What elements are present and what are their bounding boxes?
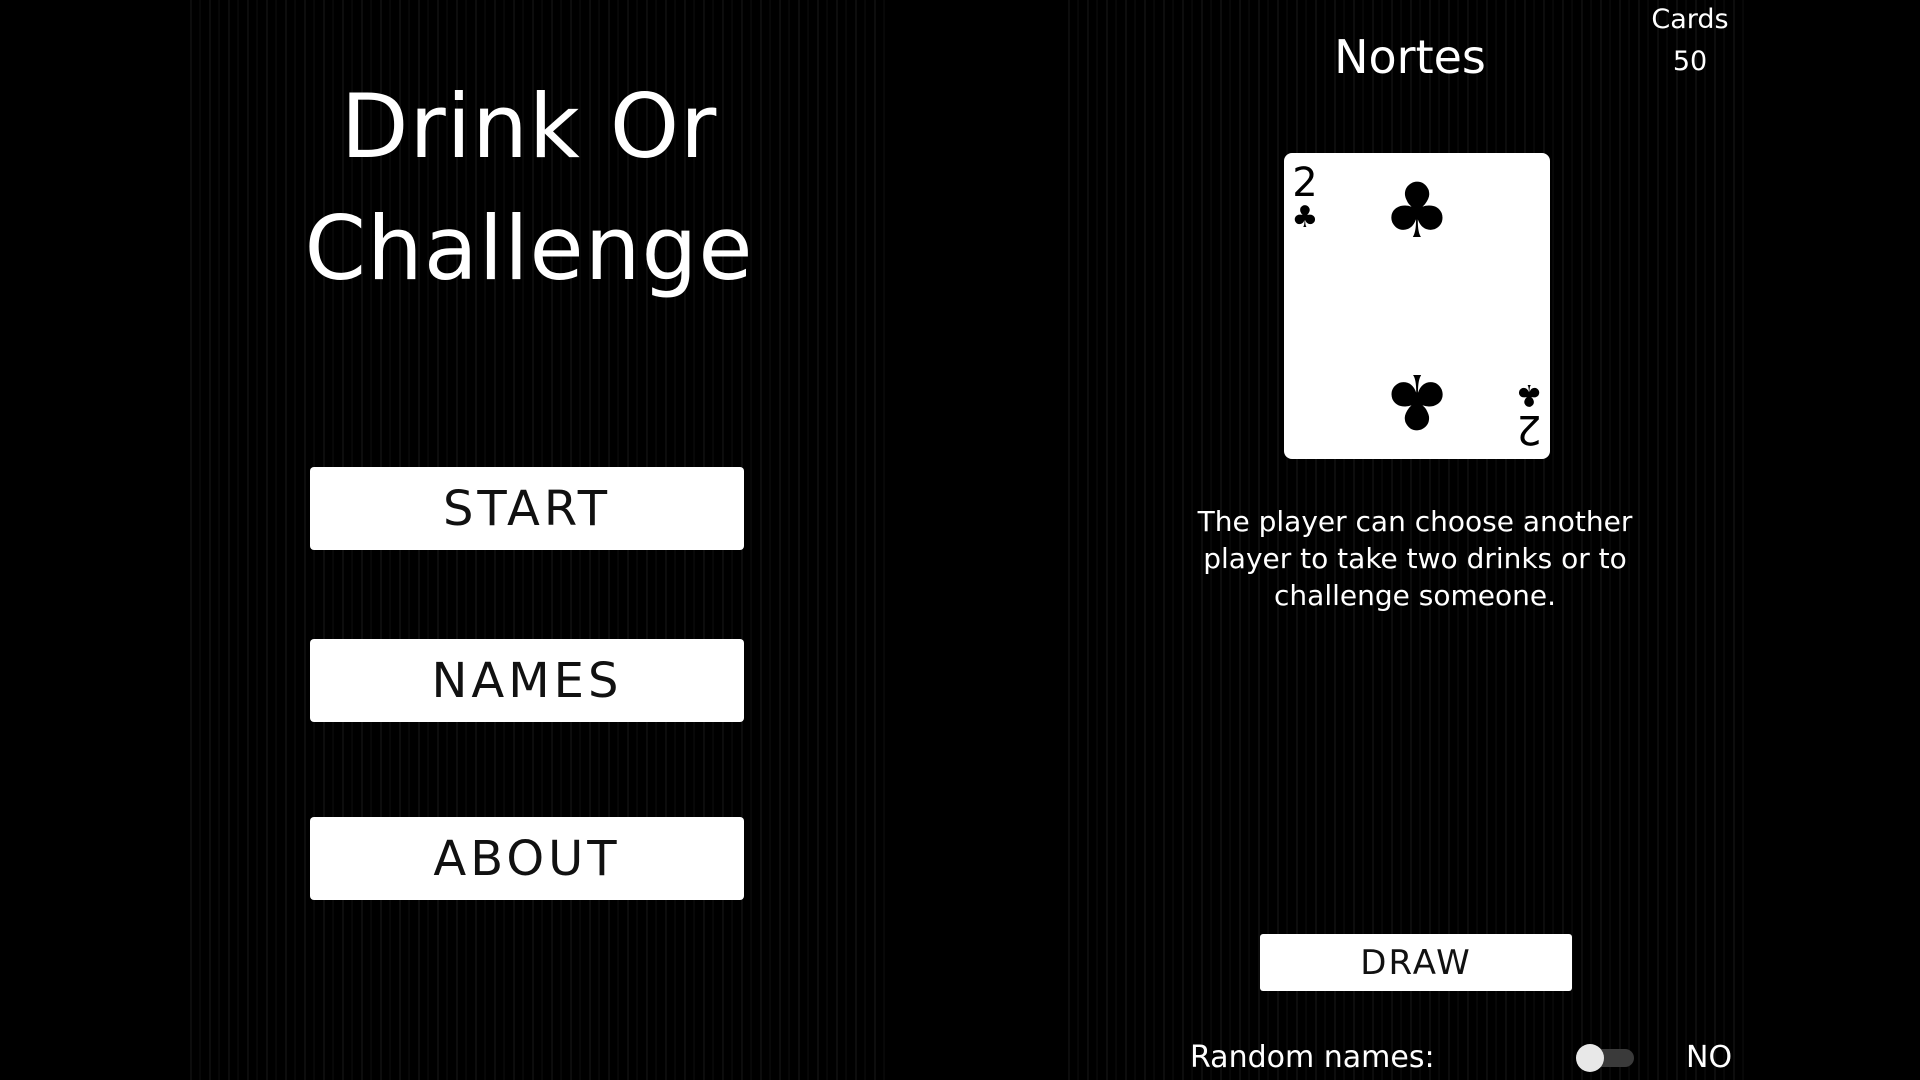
club-pip-icon: ♣ bbox=[1382, 166, 1452, 255]
names-button[interactable]: NAMES bbox=[310, 639, 744, 722]
draw-button[interactable]: DRAW bbox=[1260, 934, 1572, 991]
main-menu-panel: Drink Or Challenge START NAMES ABOUT bbox=[182, 0, 892, 1080]
current-player-name: Nortes bbox=[1334, 30, 1486, 84]
toggle-knob bbox=[1576, 1044, 1604, 1072]
app-title-line2: Challenge bbox=[304, 197, 754, 300]
cards-counter: Cards 50 bbox=[1630, 2, 1750, 86]
card-rank: 2 bbox=[1516, 406, 1542, 452]
cards-counter-label: Cards bbox=[1651, 4, 1729, 35]
random-names-row: Random names: NO bbox=[1190, 1038, 1732, 1078]
random-names-value: NO bbox=[1686, 1040, 1733, 1075]
random-names-label: Random names: bbox=[1190, 1040, 1435, 1075]
playing-card: 2 ♣ ♣ ♣ 2 ♣ bbox=[1284, 153, 1550, 459]
app-title: Drink Or Challenge bbox=[182, 66, 876, 310]
card-rule-text: The player can choose another player to … bbox=[1197, 505, 1633, 612]
start-button[interactable]: START bbox=[310, 467, 744, 550]
club-pip-icon: ♣ bbox=[1382, 357, 1452, 446]
about-button[interactable]: ABOUT bbox=[310, 817, 744, 900]
app-title-line1: Drink Or bbox=[340, 75, 718, 178]
game-panel: Nortes Cards 50 2 ♣ ♣ ♣ 2 ♣ The player c… bbox=[1060, 0, 1750, 1080]
random-names-toggle[interactable] bbox=[1576, 1044, 1634, 1072]
club-suit-icon: ♣ bbox=[1515, 377, 1543, 412]
cards-counter-value: 50 bbox=[1672, 46, 1708, 77]
card-corner-bottom-right: 2 ♣ bbox=[1512, 377, 1546, 452]
